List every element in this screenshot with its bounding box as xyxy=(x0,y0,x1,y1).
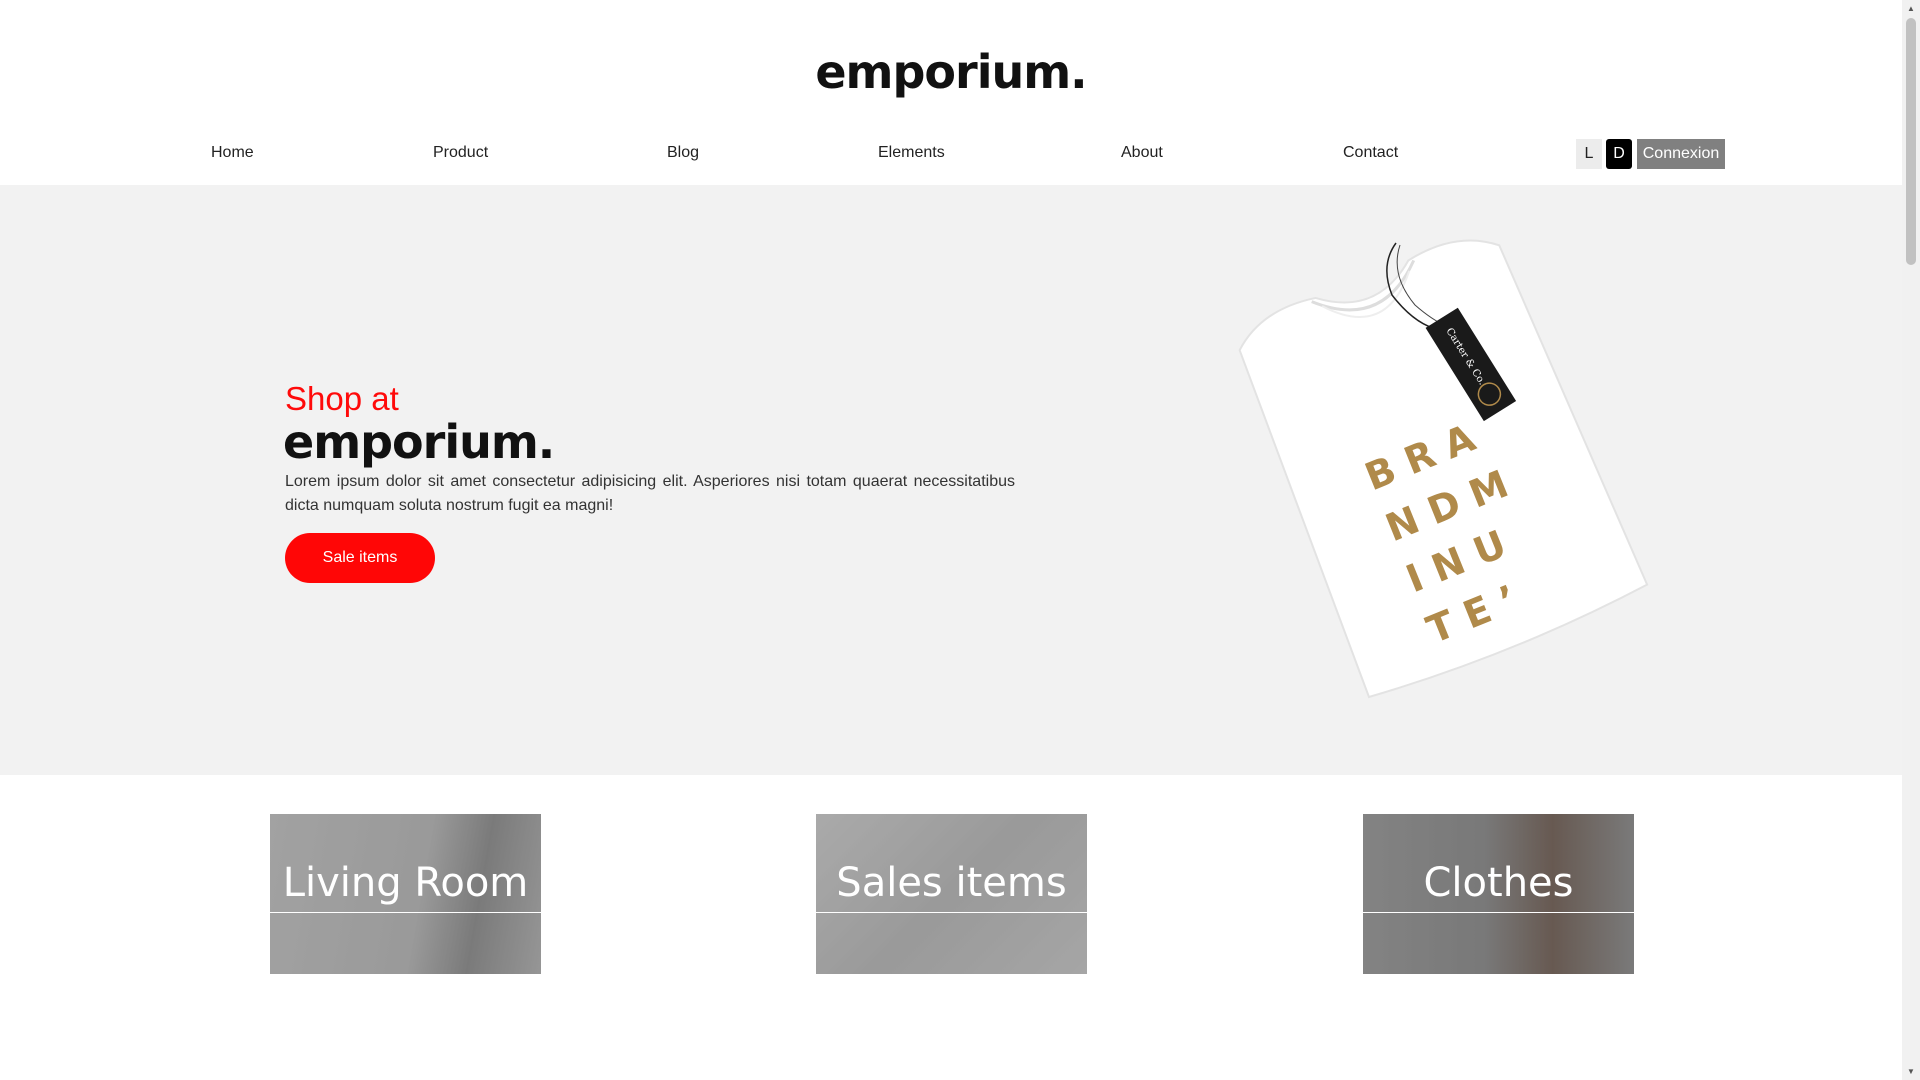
scroll-up-arrow-icon[interactable]: ▲ xyxy=(1902,0,1920,17)
hero-section: Shop at emporium. Lorem ipsum dolor sit … xyxy=(0,185,1902,775)
category-divider xyxy=(1363,912,1634,913)
category-divider xyxy=(816,912,1087,913)
sale-items-button[interactable]: Sale items xyxy=(285,533,435,583)
connexion-button[interactable]: Connexion xyxy=(1637,139,1725,169)
site-logo[interactable]: emporium. xyxy=(0,45,1902,99)
category-divider xyxy=(270,912,541,913)
hero-subtitle: Shop at xyxy=(285,380,399,417)
category-label: Living Room xyxy=(282,860,529,906)
category-clothes[interactable]: Clothes xyxy=(1363,814,1634,974)
page-scrollbar[interactable]: ▲ ▼ xyxy=(1902,0,1920,1080)
tshirt-image: B R A N D M I N U T E ’ Carter & Co. xyxy=(1200,215,1670,705)
category-label: Sales items xyxy=(836,860,1067,906)
nav-blog[interactable]: Blog xyxy=(667,144,699,162)
light-theme-button[interactable]: L xyxy=(1576,139,1602,169)
category-label: Clothes xyxy=(1423,860,1574,906)
nav-product[interactable]: Product xyxy=(433,144,488,162)
nav-home[interactable]: Home xyxy=(211,144,254,162)
category-living-room[interactable]: Living Room xyxy=(270,814,541,974)
site-header: emporium. Home Product Blog Elements Abo… xyxy=(0,0,1902,185)
nav-elements[interactable]: Elements xyxy=(878,144,945,162)
dark-theme-button[interactable]: D xyxy=(1606,139,1632,169)
scroll-thumb[interactable] xyxy=(1906,18,1916,265)
scroll-down-arrow-icon[interactable]: ▼ xyxy=(1902,1063,1920,1080)
category-sales-items[interactable]: Sales items xyxy=(816,814,1087,974)
nav-about[interactable]: About xyxy=(1121,144,1163,162)
hero-description: Lorem ipsum dolor sit amet consectetur a… xyxy=(285,473,1015,514)
hero-title: emporium. xyxy=(283,415,555,469)
nav-contact[interactable]: Contact xyxy=(1343,144,1398,162)
